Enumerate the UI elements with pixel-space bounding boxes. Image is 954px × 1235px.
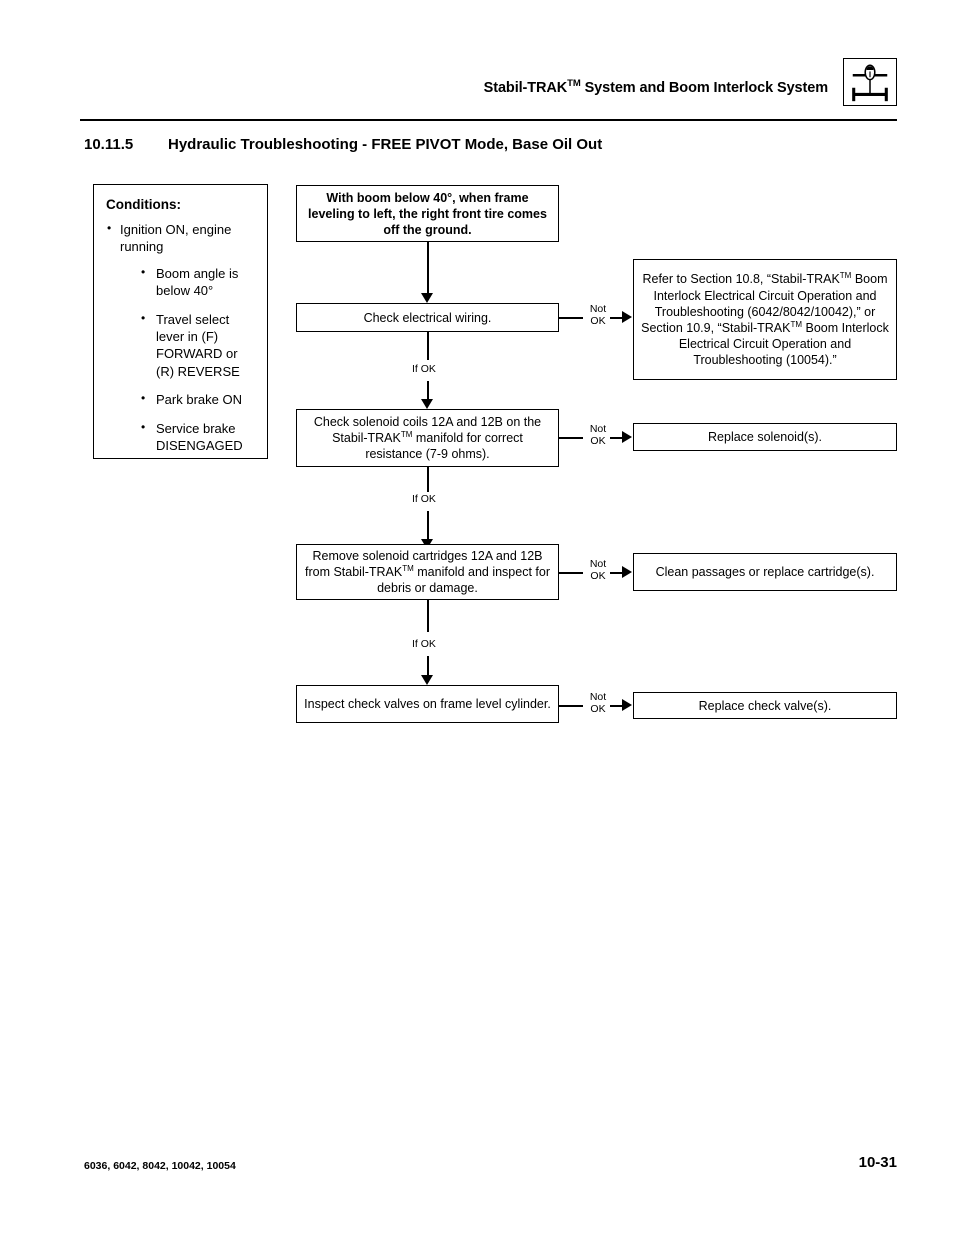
connector-step1-notok	[559, 317, 583, 319]
flow-result-3-box: Clean passages or replace cartridge(s).	[633, 553, 897, 591]
list-item: Service brake DISENGAGED	[140, 419, 257, 455]
flow-result-1-text: Refer to Section 10.8, “Stabil-TRAKTM Bo…	[641, 271, 889, 367]
edge-label-if-ok-2: If OK	[409, 492, 439, 507]
list-item: Ignition ON, engine running	[106, 220, 257, 256]
connector-step2-notok	[559, 437, 583, 439]
section-title: Hydraulic Troubleshooting - FREE PIVOT M…	[168, 136, 603, 153]
flow-step-3-box: Remove solenoid cartridges 12A and 12B f…	[296, 544, 559, 600]
flow-step-1-box: Check electrical wiring.	[296, 303, 559, 332]
list-item: Travel select lever in (F) FORWARD or (R…	[140, 310, 257, 381]
edge-label-not-ok-3: Not OK	[586, 558, 610, 583]
footer-page-number: 10-31	[858, 1154, 897, 1171]
conditions-list: Ignition ON, engine running	[106, 220, 257, 256]
frame-level-axle-glyph	[852, 64, 888, 102]
flow-start-box: With boom below 40°, when frame leveling…	[296, 185, 559, 242]
list-item: Park brake ON	[140, 390, 257, 408]
edge-label-not-ok-4: Not OK	[586, 691, 610, 716]
arrow-down-icon	[421, 399, 433, 409]
flow-step-3-text: Remove solenoid cartridges 12A and 12B f…	[304, 548, 550, 596]
flow-result-3-text: Clean passages or replace cartridge(s).	[655, 565, 875, 579]
trademark-symbol: TM	[567, 78, 581, 89]
connector-start-to-step1	[427, 242, 429, 297]
conditions-box: Conditions: Ignition ON, engine running …	[93, 184, 268, 459]
flow-result-2-box: Replace solenoid(s).	[633, 423, 897, 451]
frame-level-axle-icon	[843, 58, 897, 106]
flow-result-4-box: Replace check valve(s).	[633, 692, 897, 719]
flow-start-text: With boom below 40°, when frame leveling…	[308, 190, 547, 237]
flow-step-4-box: Inspect check valves on frame level cyli…	[296, 685, 559, 723]
connector-step1-ifok-upper	[427, 332, 429, 360]
edge-label-not-ok-2: Not OK	[586, 423, 610, 448]
flow-result-1-box: Refer to Section 10.8, “Stabil-TRAKTM Bo…	[633, 259, 897, 380]
flow-step-1-text: Check electrical wiring.	[363, 310, 492, 325]
flow-result-2-text: Replace solenoid(s).	[708, 430, 822, 444]
arrow-down-icon	[421, 293, 433, 303]
connector-step4-notok	[559, 705, 583, 707]
arrow-right-icon	[622, 431, 632, 443]
section-number: 10.11.5	[84, 136, 134, 153]
footer-model-list: 6036, 6042, 8042, 10042, 10054	[84, 1160, 236, 1172]
conditions-sublist: Boom angle is below 40° Travel select le…	[106, 264, 257, 455]
edge-label-not-ok-1: Not OK	[586, 303, 610, 328]
page-title: Stabil-TRAKTM System and Boom Interlock …	[80, 78, 828, 96]
conditions-heading: Conditions:	[106, 197, 181, 212]
flow-result-4-text: Replace check valve(s).	[698, 698, 832, 713]
arrow-down-icon	[421, 675, 433, 685]
flow-step-4-text: Inspect check valves on frame level cyli…	[304, 697, 551, 711]
connector-step2-ifok-upper	[427, 467, 429, 494]
list-item: Boom angle is below 40°	[140, 264, 257, 300]
page-title-prefix: Stabil-TRAK	[483, 79, 568, 96]
arrow-right-icon	[622, 311, 632, 323]
flow-step-2-box: Check solenoid coils 12A and 12B on the …	[296, 409, 559, 467]
page-title-suffix: System and Boom Interlock System	[580, 79, 828, 96]
edge-label-if-ok-3: If OK	[409, 637, 439, 652]
header-divider	[80, 119, 897, 121]
connector-step3-ifok-upper	[427, 600, 429, 632]
connector-step3-notok	[559, 572, 583, 574]
arrow-right-icon	[622, 566, 632, 578]
flow-step-2-text: Check solenoid coils 12A and 12B on the …	[313, 414, 542, 462]
arrow-right-icon	[622, 699, 632, 711]
edge-label-if-ok-1: If OK	[409, 362, 439, 377]
